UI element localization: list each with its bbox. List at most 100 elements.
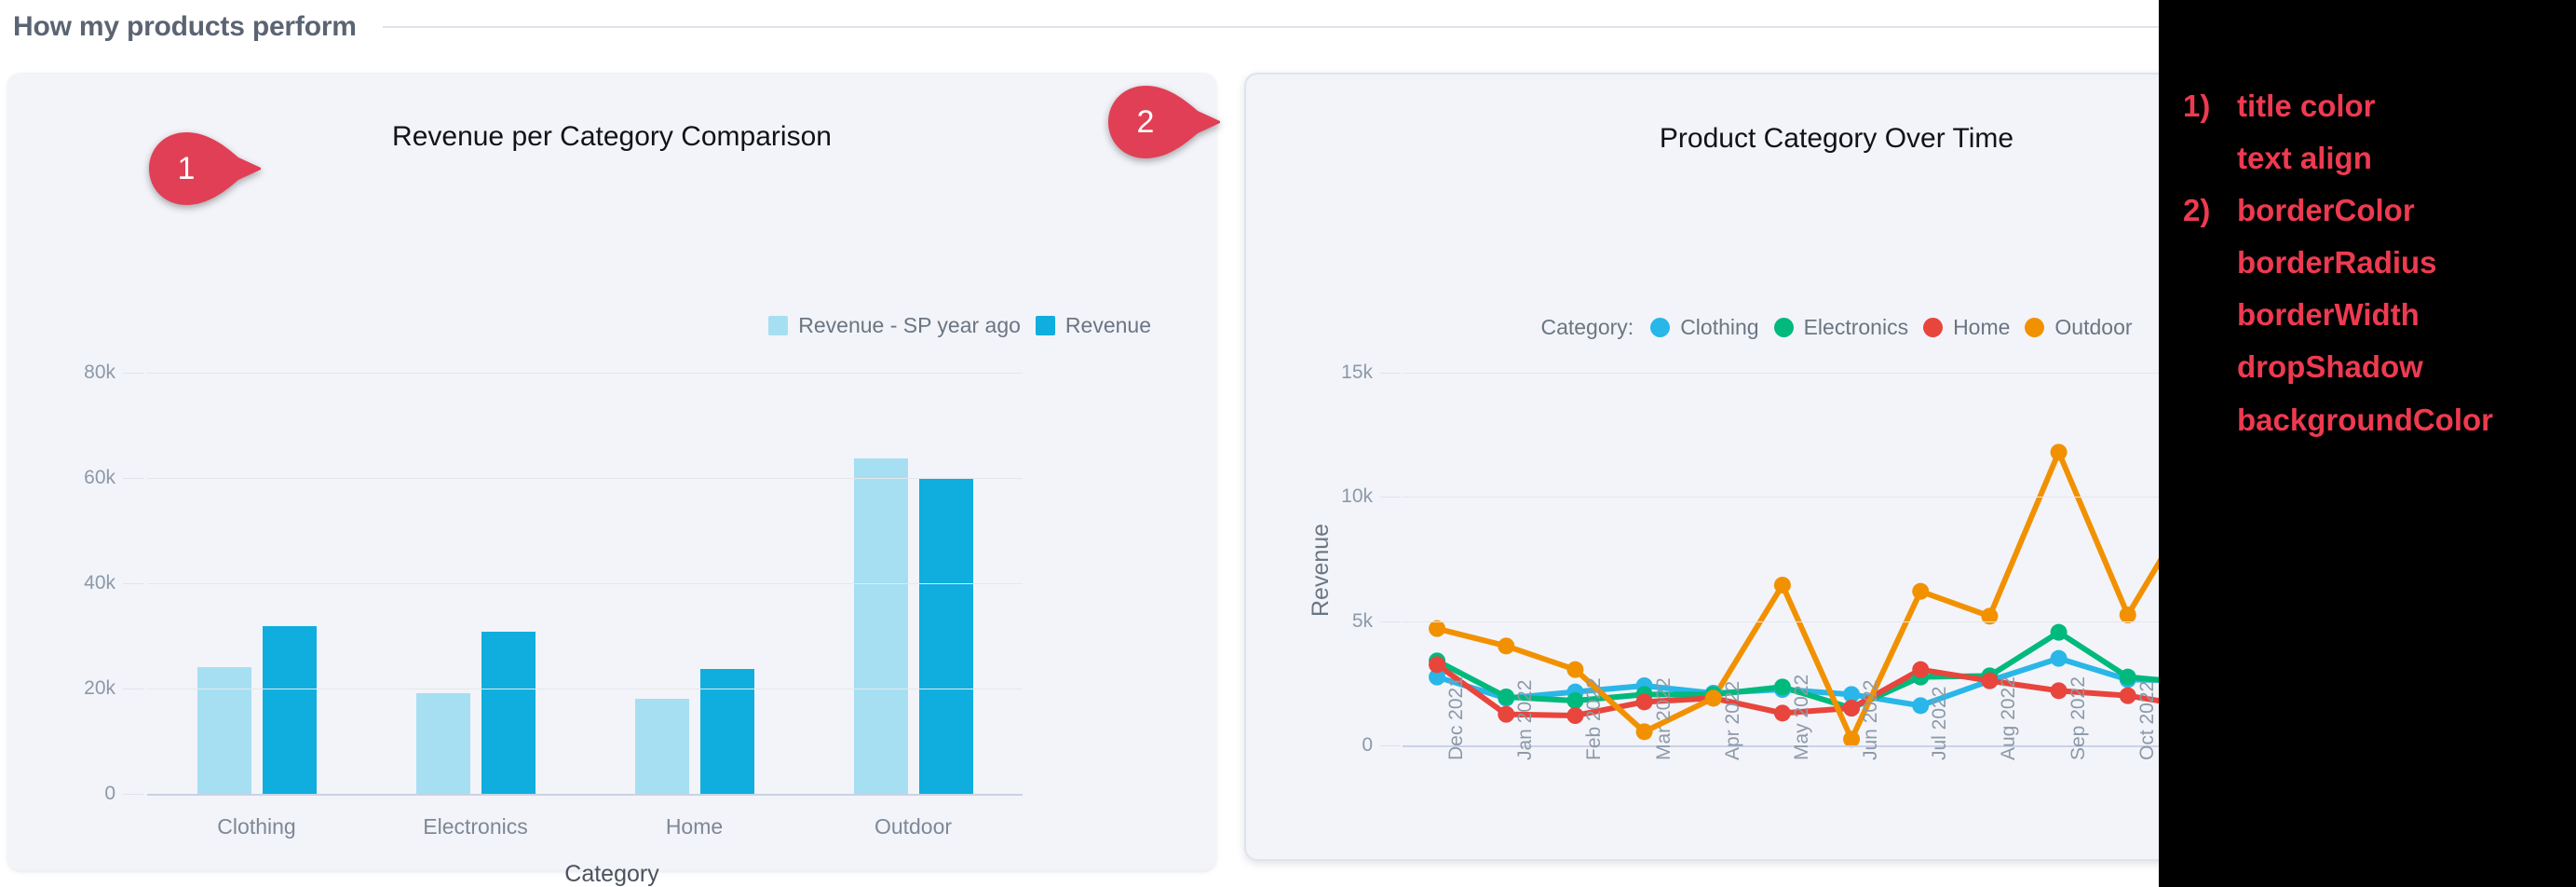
data-point-home-jun-2022[interactable]: [1843, 700, 1861, 716]
callout-pin-2-number: 2: [1136, 103, 1155, 140]
annotation-text: borderRadius: [2237, 245, 2437, 280]
bar-outdoor-revenue-sp-year-ago[interactable]: [853, 458, 908, 794]
annotation-marker: 1): [2183, 89, 2211, 123]
annotation-text: title color: [2237, 89, 2376, 123]
line-chart-x-tick-label: Dec 2021: [1445, 676, 1468, 760]
bar-chart-y-tick-label: 0: [104, 783, 115, 804]
legend-item-outdoor[interactable]: Outdoor: [2025, 315, 2133, 340]
bar-chart-y-tick-label: 40k: [84, 572, 115, 594]
bar-chart-gridline: [147, 583, 1023, 584]
legend-item-label: Home: [1953, 315, 2011, 339]
legend-item-clothing[interactable]: Clothing: [1650, 315, 1759, 340]
bar-chart-x-tick-label: Outdoor: [874, 814, 953, 839]
callout-pin-2: 2: [1106, 86, 1222, 158]
bar-chart-y-tick-mark: [123, 373, 143, 374]
annotation-item: dropShadow: [2183, 341, 2567, 393]
bar-chart-y-tick-mark: [123, 583, 143, 584]
data-point-outdoor-dec-2021[interactable]: [1429, 620, 1446, 637]
bar-chart-x-axis-line: [147, 794, 1023, 796]
data-point-home-aug-2022[interactable]: [1981, 672, 1999, 689]
annotation-item: backgroundColor: [2183, 394, 2567, 446]
data-point-home-may-2022[interactable]: [1773, 704, 1791, 722]
data-point-home-mar-2022[interactable]: [1635, 693, 1653, 711]
data-point-electronics-may-2022[interactable]: [1773, 678, 1791, 696]
annotation-text: borderColor: [2237, 193, 2415, 228]
line-chart-gridline: [1403, 621, 2231, 622]
bar-chart-plot-area: 0 20k 40k 60k 80k: [84, 362, 1023, 804]
legend-item-revenue-sp-year-ago[interactable]: Revenue - SP year ago: [768, 313, 1021, 338]
bar-chart-gridline: [147, 478, 1023, 479]
legend-prefix-label: Category:: [1540, 315, 1634, 339]
legend-item-revenue[interactable]: Revenue: [1035, 313, 1151, 338]
line-chart-x-tick-label: Jan 2022: [1514, 679, 1537, 760]
annotation-list: 1) title color text align 2) borderColor bord…: [2183, 80, 2567, 446]
page-title: How my products perform: [13, 11, 357, 42]
bar-electronics-revenue-sp-year-ago[interactable]: [415, 692, 470, 794]
data-point-outdoor-jul-2022[interactable]: [1912, 582, 1930, 600]
legend-item-label: Revenue - SP year ago: [798, 313, 1021, 337]
callout-pin-1: 1: [147, 132, 263, 205]
legend-item-label: Clothing: [1680, 315, 1759, 339]
legend-item-electronics[interactable]: Electronics: [1773, 315, 1908, 340]
line-chart-x-tick-label: Feb 2022: [1583, 677, 1606, 760]
data-point-clothing-sep-2022[interactable]: [2050, 649, 2068, 667]
line-chart-x-tick-label: Jul 2022: [1929, 686, 1951, 760]
line-chart-y-tick-mark: [1380, 745, 1401, 746]
data-point-clothing-jul-2022[interactable]: [1912, 697, 1930, 715]
bar-chart-x-tick-label: Home: [665, 814, 724, 839]
bar-chart-x-axis-title: Category: [564, 861, 659, 887]
annotation-text: borderWidth: [2237, 297, 2420, 333]
line-chart-y-axis-title: Revenue: [1308, 523, 1334, 617]
bar-outdoor-revenue[interactable]: [918, 479, 973, 794]
annotation-panel: 1) title color text align 2) borderColor bord…: [2159, 0, 2576, 887]
line-chart-x-tick-label: Apr 2022: [1721, 680, 1743, 760]
annotation-marker: [2183, 394, 2224, 446]
data-point-home-sep-2022[interactable]: [2050, 682, 2068, 700]
bar-home-revenue[interactable]: [699, 668, 754, 794]
legend-item-home[interactable]: Home: [1923, 315, 2010, 340]
bar-chart-gridline: [147, 373, 1023, 374]
data-point-electronics-feb-2022[interactable]: [1566, 692, 1584, 709]
line-chart-x-tick-label: Aug 2022: [1998, 676, 2020, 760]
data-point-outdoor-feb-2022[interactable]: [1566, 661, 1584, 678]
data-point-home-jan-2022[interactable]: [1498, 705, 1515, 723]
dot-swatch: [2025, 318, 2045, 337]
annotation-marker: 2): [2183, 193, 2211, 228]
annotation-marker: [2183, 132, 2224, 184]
bar-chart-y-tick-mark: [123, 794, 143, 795]
data-point-home-jul-2022[interactable]: [1912, 661, 1930, 678]
dot-swatch: [1923, 318, 1944, 337]
data-point-home-oct-2022[interactable]: [2119, 687, 2136, 704]
bar-clothing-revenue-sp-year-ago[interactable]: [197, 667, 251, 794]
data-point-electronics-oct-2022[interactable]: [2119, 668, 2136, 686]
bar-chart-y-tick-mark: [123, 478, 143, 479]
data-point-outdoor-jan-2022[interactable]: [1498, 637, 1515, 655]
annotation-item: 2) borderColor: [2183, 184, 2567, 237]
data-point-outdoor-mar-2022[interactable]: [1635, 723, 1653, 741]
bar-electronics-revenue[interactable]: [481, 631, 536, 794]
data-point-outdoor-may-2022[interactable]: [1773, 577, 1791, 594]
page-header: How my products perform: [0, 0, 2159, 54]
callout-pin-1-number: 1: [177, 150, 196, 186]
bar-clothing-revenue[interactable]: [262, 626, 317, 794]
bar-chart-x-tick-label: Clothing: [217, 814, 296, 839]
dot-swatch: [1773, 318, 1794, 337]
data-point-outdoor-sep-2022[interactable]: [2050, 444, 2068, 461]
data-point-home-dec-2021[interactable]: [1429, 656, 1446, 674]
bar-home-revenue-sp-year-ago[interactable]: [634, 699, 689, 794]
annotation-marker: [2183, 289, 2224, 341]
bar-chart-legend[interactable]: Revenue - SP year ago Revenue: [768, 313, 1151, 338]
dot-swatch: [1650, 318, 1671, 337]
data-point-outdoor-apr-2022[interactable]: [1704, 689, 1722, 707]
data-point-electronics-sep-2022[interactable]: [2050, 623, 2068, 641]
data-point-home-feb-2022[interactable]: [1566, 707, 1584, 724]
line-chart-x-tick-label: May 2022: [1790, 674, 1812, 760]
line-chart-x-tick-label: Sep 2022: [2067, 676, 2089, 760]
bar-chart-x-tick-label: Electronics: [423, 814, 528, 839]
line-chart-y-tick-label: 5k: [1351, 609, 1373, 632]
bar-chart-y-tick-label: 60k: [84, 467, 115, 488]
line-chart-x-tick-label: Oct 2022: [2135, 680, 2158, 760]
line-chart-x-tick-label: Mar 2022: [1652, 677, 1674, 760]
data-point-electronics-jan-2022[interactable]: [1498, 689, 1515, 705]
line-chart-y-tick-label: 0: [1362, 734, 1373, 756]
